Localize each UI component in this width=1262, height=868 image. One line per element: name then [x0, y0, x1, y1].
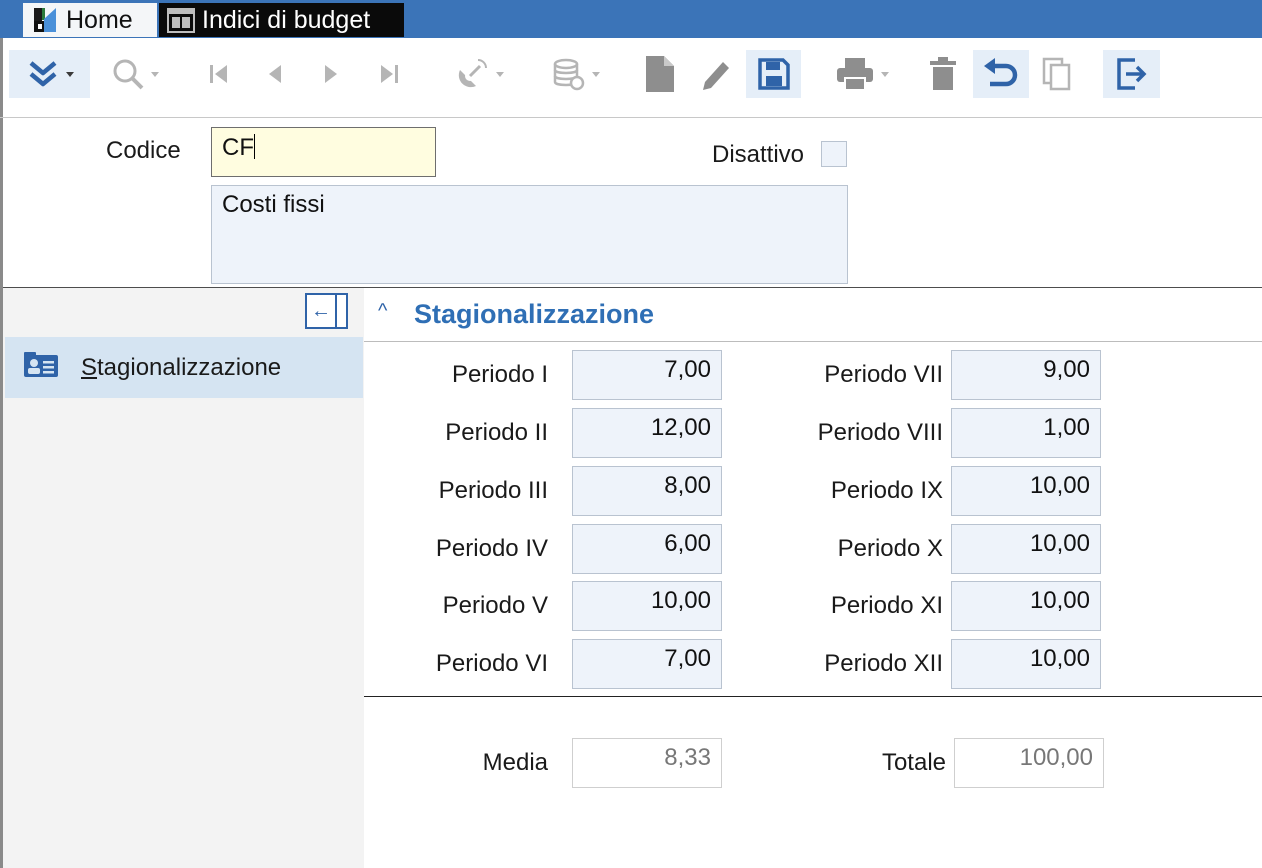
periodo-8-label: Periodo VIII — [817, 419, 943, 446]
form-window-icon — [166, 5, 196, 35]
exit-button[interactable] — [1103, 50, 1160, 98]
totale-label: Totale — [881, 749, 946, 776]
exit-icon — [1115, 56, 1149, 92]
sidebar-item-label: Stagionalizzazione — [81, 353, 282, 381]
periodo-6-input[interactable]: 7,00 — [572, 639, 722, 689]
undo-icon — [982, 56, 1020, 92]
toolbar — [0, 38, 1262, 118]
section-title-underline — [364, 341, 1262, 342]
database-refresh-icon — [550, 56, 586, 92]
disattivo-checkbox[interactable] — [821, 141, 847, 167]
periodo-4-label: Periodo IV — [435, 535, 548, 562]
periodo-5-input[interactable]: 10,00 — [572, 581, 722, 631]
periodo-3-input[interactable]: 8,00 — [572, 466, 722, 516]
periodo-1-input[interactable]: 7,00 — [572, 350, 722, 400]
skip-to-first-icon — [205, 60, 233, 88]
connect-button[interactable] — [443, 50, 515, 98]
next-record-button[interactable] — [311, 50, 351, 98]
next-icon — [317, 60, 345, 88]
double-chevron-down-icon — [26, 57, 60, 91]
contact-card-icon — [23, 352, 59, 383]
periodo-4-input[interactable]: 6,00 — [572, 524, 722, 574]
dropdown-caret-icon — [496, 71, 504, 77]
new-document-icon — [642, 54, 676, 94]
expand-menu-button[interactable] — [9, 50, 90, 98]
print-button[interactable] — [825, 50, 899, 98]
tab-indici-di-budget[interactable]: Indici di budget — [159, 3, 404, 37]
panel-edge-icon — [335, 295, 337, 327]
search-icon — [111, 57, 145, 91]
periodo-2-label: Periodo II — [445, 419, 548, 446]
pencil-icon — [699, 56, 735, 92]
dropdown-caret-icon — [151, 71, 159, 77]
dropdown-caret-icon — [592, 71, 600, 77]
previous-icon — [261, 60, 289, 88]
window-tab-bar: Home Indici di budget — [0, 0, 1262, 38]
first-record-button[interactable] — [199, 50, 239, 98]
delete-button[interactable] — [921, 50, 965, 98]
periodo-6-label: Periodo VI — [435, 650, 548, 677]
database-button[interactable] — [539, 50, 611, 98]
totals-divider — [364, 696, 1262, 697]
copy-icon — [1040, 56, 1074, 92]
periodo-10-label: Periodo X — [837, 535, 943, 562]
media-value: 8,33 — [572, 738, 722, 788]
section-title: Stagionalizzazione — [414, 299, 655, 329]
periodo-2-input[interactable]: 12,00 — [572, 408, 722, 458]
floppy-disk-icon — [757, 57, 791, 91]
collapse-sidebar-button[interactable]: ← — [305, 293, 348, 329]
edit-button[interactable] — [693, 50, 741, 98]
periodo-11-input[interactable]: 10,00 — [951, 581, 1101, 631]
chevron-up-icon[interactable]: ^ — [378, 300, 387, 323]
dropdown-caret-icon — [65, 71, 74, 77]
copy-button[interactable] — [1033, 50, 1081, 98]
description-value: Costi fissi — [222, 191, 325, 218]
dropdown-caret-icon — [881, 71, 889, 77]
tab-home[interactable]: Home — [23, 3, 157, 37]
printer-icon — [835, 56, 875, 92]
periodo-5-label: Periodo V — [442, 592, 548, 619]
periodo-9-input[interactable]: 10,00 — [951, 466, 1101, 516]
previous-record-button[interactable] — [255, 50, 295, 98]
last-record-button[interactable] — [369, 50, 409, 98]
tab-budget-label: Indici di budget — [202, 5, 371, 34]
periodo-12-label: Periodo XII — [824, 650, 943, 677]
periodo-7-label: Periodo VII — [824, 361, 943, 388]
app-logo-icon — [30, 5, 60, 35]
tab-home-label: Home — [66, 5, 133, 34]
codice-value: CF — [222, 134, 254, 161]
text-cursor — [254, 134, 255, 159]
periodo-9-label: Periodo IX — [830, 477, 943, 504]
skip-to-last-icon — [375, 60, 403, 88]
toolbar-divider — [0, 117, 1262, 118]
periodo-7-input[interactable]: 9,00 — [951, 350, 1101, 400]
arrow-left-icon: ← — [311, 300, 331, 322]
periodo-3-label: Periodo III — [438, 477, 548, 504]
totale-value: 100,00 — [954, 738, 1104, 788]
periodo-11-label: Periodo XI — [830, 592, 943, 619]
undo-button[interactable] — [973, 50, 1029, 98]
new-document-button[interactable] — [637, 50, 681, 98]
codice-label: Codice — [106, 137, 181, 164]
satellite-dish-icon — [454, 56, 490, 92]
periodo-12-input[interactable]: 10,00 — [951, 639, 1101, 689]
description-field[interactable]: Costi fissi — [211, 185, 848, 284]
search-button[interactable] — [103, 50, 167, 98]
trash-icon — [928, 56, 958, 92]
save-button[interactable] — [746, 50, 801, 98]
codice-input[interactable]: CF — [211, 127, 436, 177]
periodo-1-label: Periodo I — [451, 361, 548, 388]
sidebar-item-stagionalizzazione[interactable]: Stagionalizzazione — [5, 337, 363, 398]
disattivo-label: Disattivo — [712, 141, 805, 168]
periodo-8-input[interactable]: 1,00 — [951, 408, 1101, 458]
media-label: Media — [482, 749, 548, 776]
periodo-10-input[interactable]: 10,00 — [951, 524, 1101, 574]
